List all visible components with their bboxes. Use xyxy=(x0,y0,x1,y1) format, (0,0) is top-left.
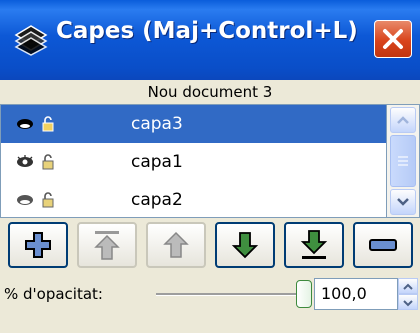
raise-to-top-button[interactable] xyxy=(77,222,137,268)
visibility-eye-icon[interactable] xyxy=(15,155,35,169)
raise-layer-button[interactable] xyxy=(146,222,206,268)
layer-row[interactable]: capa3 xyxy=(1,105,387,143)
scroll-up-button[interactable] xyxy=(390,107,416,133)
unlocked-icon[interactable] xyxy=(41,153,55,171)
layer-name[interactable]: capa3 xyxy=(131,105,183,143)
window-title: Capes (Maj+Control+L) xyxy=(56,18,358,44)
remove-layer-button[interactable] xyxy=(353,222,413,268)
close-icon xyxy=(383,29,403,49)
layer-row[interactable]: capa2 xyxy=(1,181,387,219)
title-bar[interactable]: Capes (Maj+Control+L) xyxy=(0,0,420,80)
lower-layer-icon xyxy=(231,232,259,259)
lower-layer-button[interactable] xyxy=(215,222,275,268)
grip-icon xyxy=(398,156,408,166)
raise-to-top-icon xyxy=(94,231,120,260)
layer-list-scrollbar[interactable] xyxy=(386,104,420,218)
spin-down-button[interactable] xyxy=(398,294,418,310)
layer-toolbar xyxy=(0,222,420,272)
spin-up-button[interactable] xyxy=(398,278,418,294)
add-layer-button[interactable] xyxy=(8,222,68,268)
opacity-value-input[interactable]: 100,0 xyxy=(314,278,398,310)
document-name: Nou document 3 xyxy=(147,83,273,101)
unlocked-icon[interactable] xyxy=(41,191,55,209)
opacity-row: % d'opacitat: 100,0 xyxy=(0,274,420,314)
lower-to-bottom-button[interactable] xyxy=(284,222,344,268)
add-layer-icon xyxy=(25,232,51,258)
scroll-thumb[interactable] xyxy=(390,135,416,187)
visibility-eye-icon[interactable] xyxy=(15,117,35,131)
remove-layer-icon xyxy=(369,239,397,251)
visibility-eye-icon[interactable] xyxy=(15,193,35,207)
layer-list: capa3 capa1 capa2 xyxy=(0,104,387,219)
chevron-down-icon xyxy=(397,198,409,206)
scroll-down-button[interactable] xyxy=(390,189,416,215)
opacity-label: % d'opacitat: xyxy=(4,285,103,303)
lower-to-bottom-icon xyxy=(300,230,328,259)
unlocked-icon[interactable] xyxy=(41,115,55,133)
opacity-spinner[interactable] xyxy=(398,278,418,310)
layer-row[interactable]: capa1 xyxy=(1,143,387,181)
layers-dialog: Capes (Maj+Control+L) Nou document 3 cap… xyxy=(0,0,420,333)
chevron-down-icon xyxy=(403,300,413,307)
chevron-up-icon xyxy=(397,116,409,124)
raise-layer-icon xyxy=(163,231,189,258)
layer-name[interactable]: capa1 xyxy=(131,143,183,181)
opacity-slider-thumb[interactable] xyxy=(296,280,312,308)
chevron-up-icon xyxy=(403,283,413,290)
layers-icon xyxy=(14,25,48,56)
opacity-slider-track[interactable] xyxy=(156,293,302,296)
close-button[interactable] xyxy=(374,20,412,58)
layer-name[interactable]: capa2 xyxy=(131,181,183,219)
